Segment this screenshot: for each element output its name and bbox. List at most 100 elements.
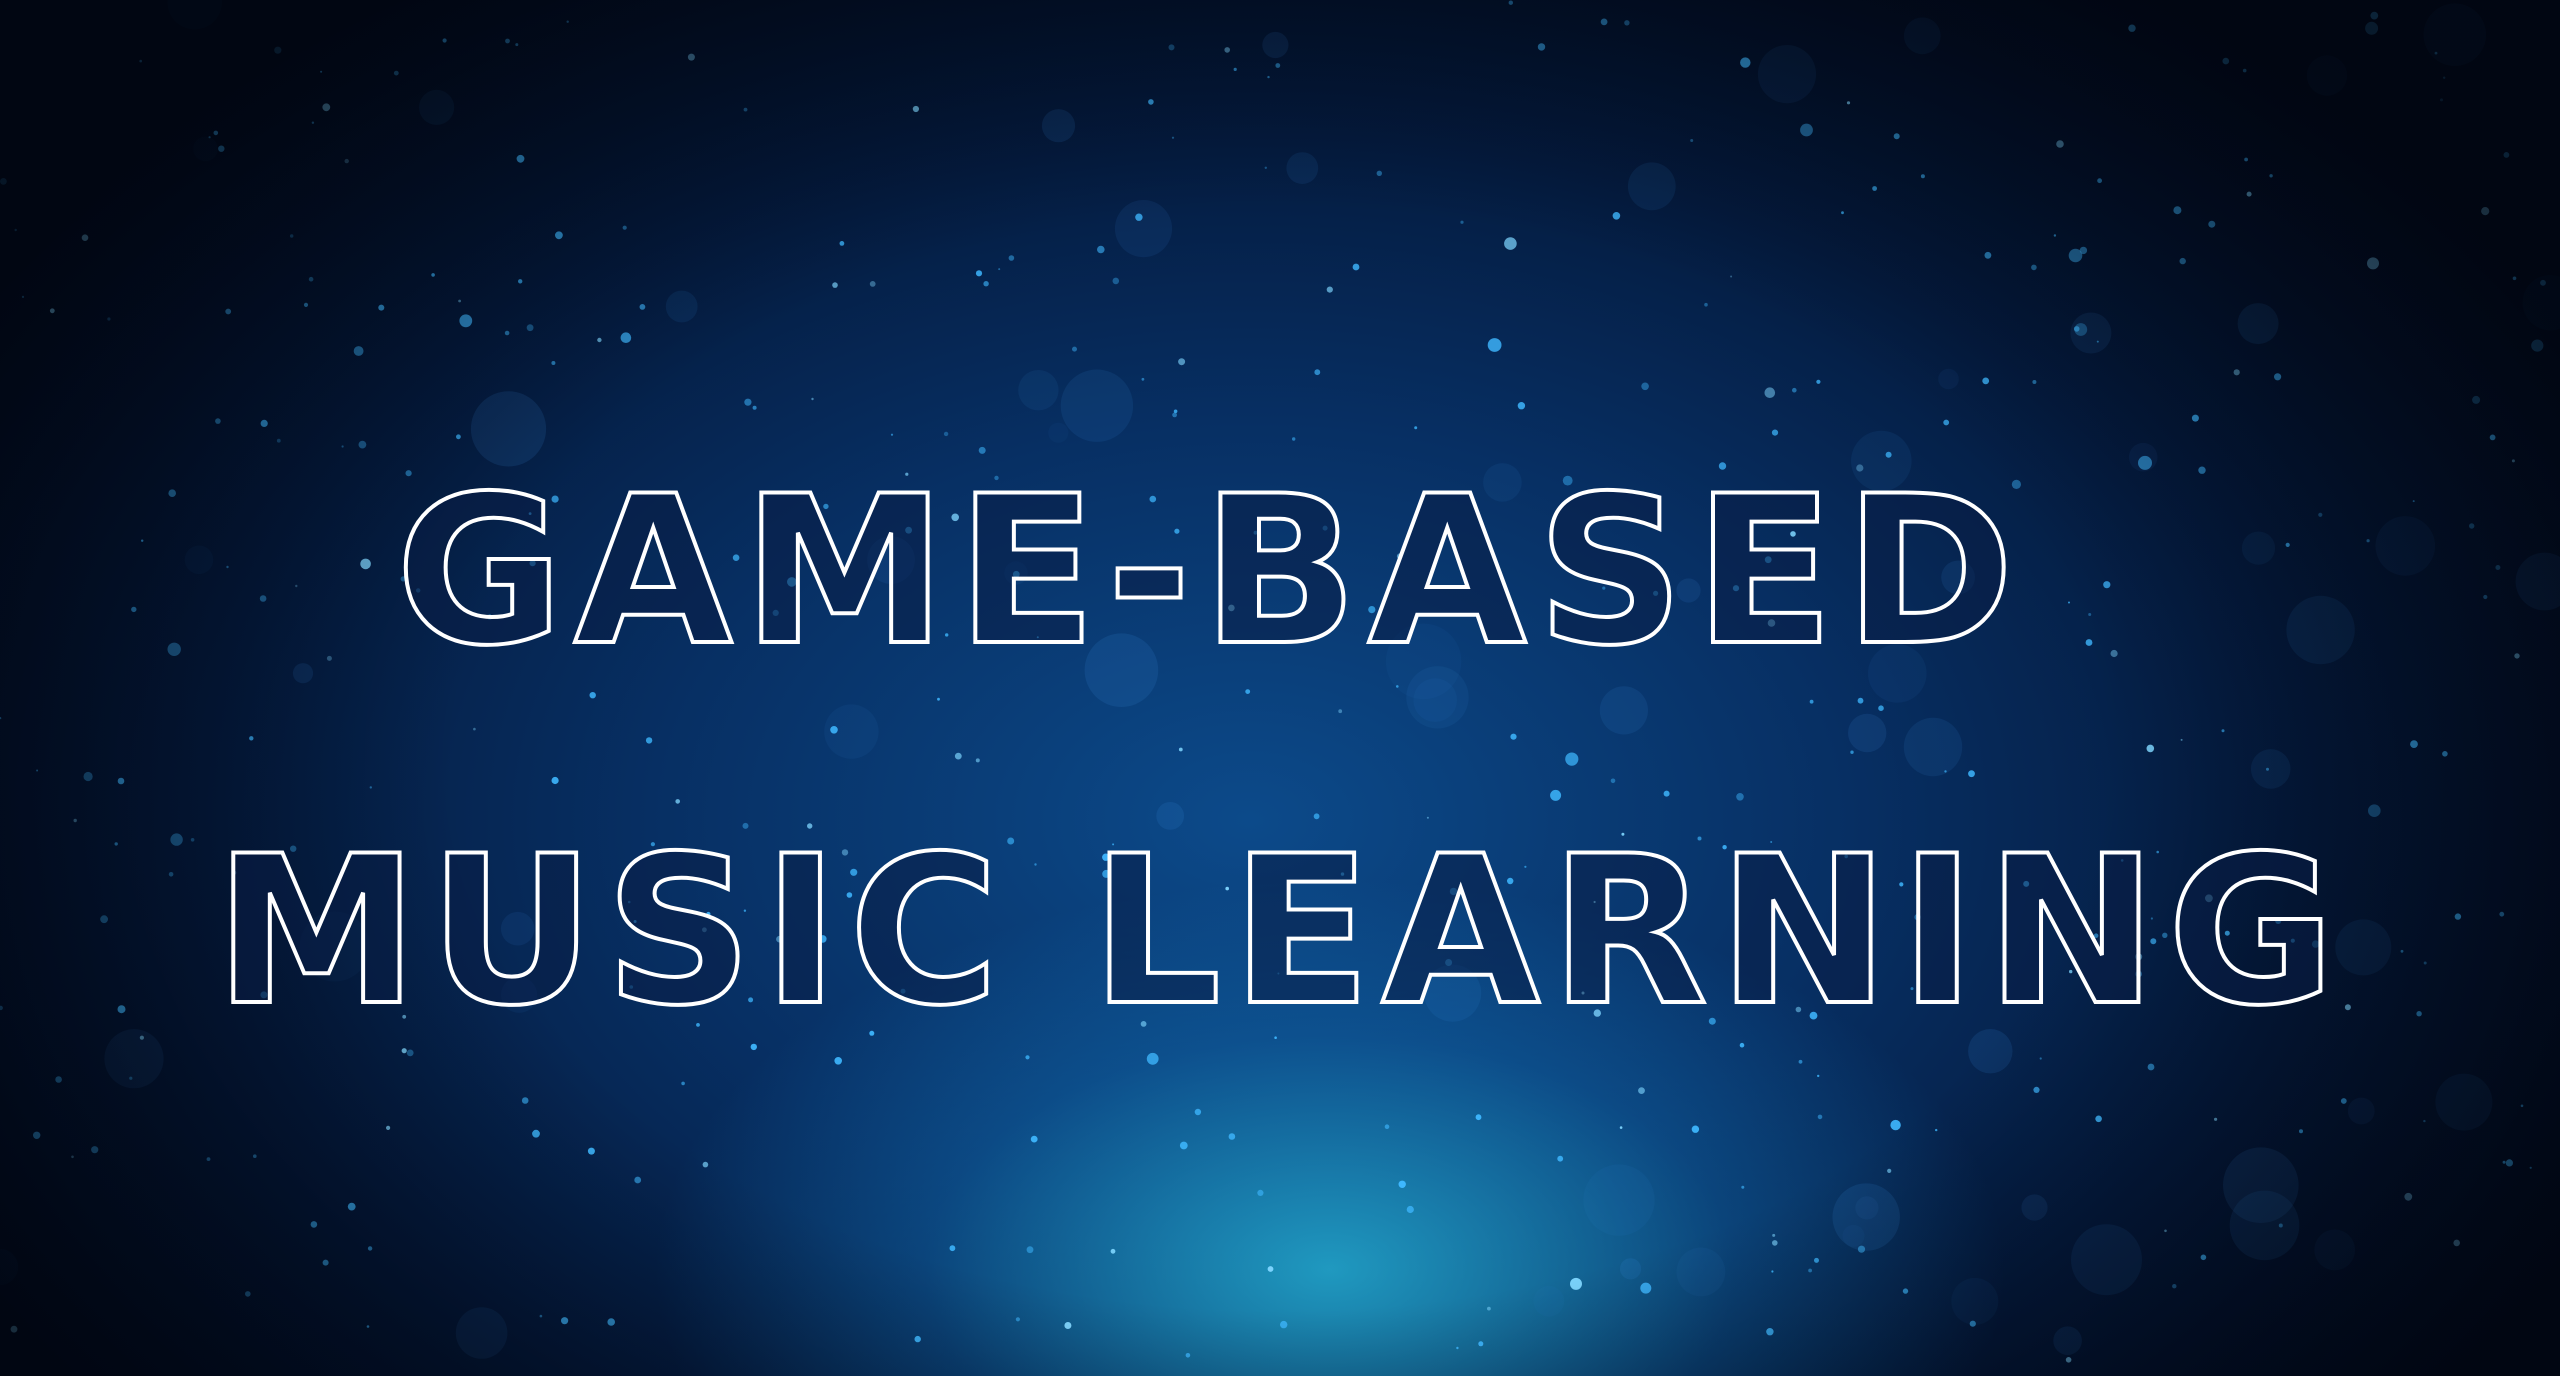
particle — [2365, 21, 2379, 35]
particle — [1292, 437, 1296, 441]
particle — [2266, 767, 2269, 771]
particle — [1857, 697, 1864, 704]
bokeh-blob — [1286, 152, 1319, 185]
particle — [1267, 1266, 1274, 1272]
particle — [71, 1155, 74, 1159]
particle — [518, 279, 523, 284]
particle — [322, 1259, 329, 1266]
particle — [2529, 1166, 2532, 1169]
particle — [2056, 140, 2064, 148]
particle — [1771, 1270, 1774, 1273]
particle — [1064, 1322, 1072, 1329]
particle — [1406, 1205, 1414, 1214]
particle — [2146, 744, 2155, 753]
particle — [1817, 1114, 1823, 1120]
bokeh-blob — [2423, 3, 2487, 66]
particle — [2180, 738, 2183, 741]
bokeh-blob — [1848, 713, 1887, 753]
particle — [1612, 212, 1621, 220]
bokeh-blob — [1048, 422, 1069, 443]
particle — [1508, 0, 1514, 5]
particle — [2053, 234, 2057, 237]
particle — [505, 38, 510, 44]
particle — [1376, 170, 1383, 176]
particle — [983, 281, 989, 287]
particle — [1982, 377, 1990, 385]
particle — [1314, 369, 1321, 376]
particle — [832, 282, 838, 288]
bokeh-blob — [2347, 1097, 2375, 1125]
particle — [2368, 804, 2381, 817]
particle — [675, 799, 680, 804]
particle — [117, 777, 125, 785]
particle — [129, 1076, 133, 1080]
particle — [743, 107, 748, 112]
bokeh-blob — [1903, 717, 1963, 777]
particle — [539, 1314, 543, 1318]
particle — [353, 346, 364, 356]
particle — [2520, 1104, 2524, 1108]
particle — [1112, 277, 1120, 285]
bokeh-blob — [1903, 17, 1941, 55]
particle — [1984, 251, 1992, 259]
particle — [2032, 380, 2037, 384]
particle — [0, 178, 7, 185]
particle — [253, 1154, 257, 1158]
particle — [937, 697, 940, 701]
particle — [347, 1202, 356, 1211]
bokeh-blob — [1627, 162, 1676, 211]
particle — [2073, 326, 2080, 332]
particle — [589, 692, 596, 699]
bokeh-blob — [0, 1248, 19, 1286]
particle — [834, 1057, 842, 1065]
particle — [1338, 709, 1343, 714]
particle — [1792, 387, 1797, 393]
particle — [215, 418, 221, 424]
particle — [107, 317, 111, 321]
particle — [225, 308, 232, 315]
bokeh-blob — [665, 290, 698, 323]
particle — [1478, 1341, 1484, 1347]
particle — [752, 405, 757, 410]
particle — [1456, 1346, 1459, 1350]
particle — [341, 445, 344, 448]
title-line-1: GAME-BASED — [394, 453, 2025, 691]
particle — [2033, 1086, 2040, 1093]
bokeh-blob — [1114, 200, 1173, 258]
bokeh-blob — [1951, 1277, 1999, 1325]
particle — [1487, 1306, 1491, 1311]
particle — [2242, 68, 2247, 73]
particle — [249, 736, 254, 741]
particle — [2191, 414, 2199, 422]
particle — [2095, 1115, 2102, 1123]
particle — [1808, 1268, 1812, 1273]
bokeh-blob — [2435, 1073, 2493, 1131]
particle — [2222, 57, 2230, 65]
title-card: GAME-BASED MUSIC LEARNING — [0, 0, 2560, 1376]
particle — [1841, 211, 1844, 215]
bokeh-blob — [1676, 1247, 1726, 1297]
particle — [1610, 778, 1616, 784]
particle — [311, 121, 315, 124]
particle — [1280, 1320, 1288, 1329]
particle — [1326, 286, 1333, 293]
particle — [869, 281, 876, 287]
particle — [1887, 1168, 1892, 1173]
particle — [2208, 220, 2216, 228]
particle — [2472, 395, 2481, 404]
particle — [639, 304, 646, 310]
bokeh-blob — [1938, 368, 1959, 390]
bokeh-blob — [1832, 1183, 1900, 1251]
particle — [2514, 653, 2520, 659]
particle — [1600, 18, 1608, 26]
particle — [2505, 1159, 2513, 1167]
particle — [975, 270, 983, 277]
particle — [322, 103, 331, 112]
particle — [551, 776, 559, 785]
particle — [1764, 387, 1776, 399]
particle — [2173, 206, 2182, 215]
particle — [1624, 20, 1630, 26]
particle — [551, 361, 556, 365]
particle — [55, 1076, 62, 1083]
title-line-2: MUSIC LEARNING — [212, 813, 2346, 1051]
